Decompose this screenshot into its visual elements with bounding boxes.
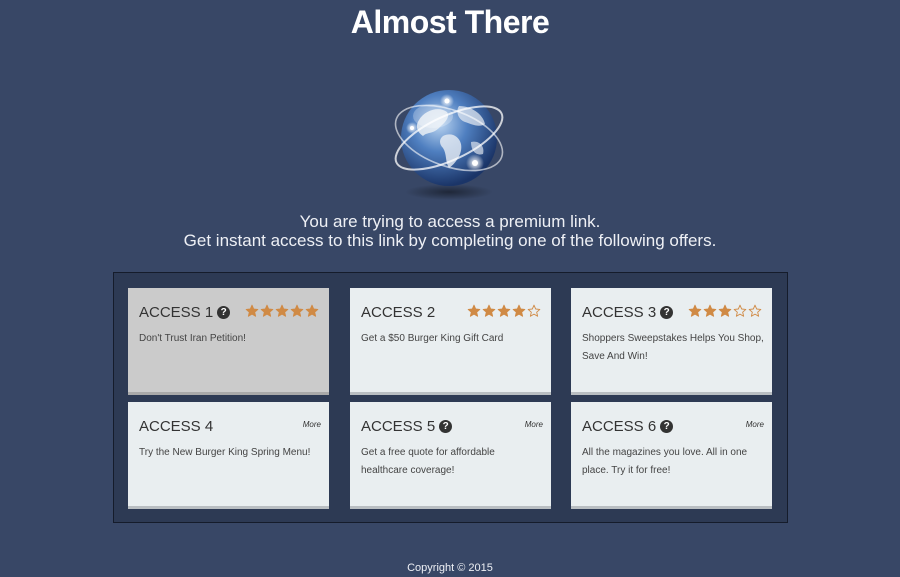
star-rating (245, 304, 319, 318)
question-circle-icon[interactable]: ? (660, 306, 674, 319)
intro-line-2: Get instant access to this link by compl… (183, 231, 717, 250)
offer-card[interactable]: ACCESS 2 Get a $50 Burger King Gift Card (350, 288, 551, 395)
offer-description: Try the New Burger King Spring Menu! (139, 447, 311, 458)
offer-description: Shoppers Sweepstakes Helps You Shop, Sav… (582, 333, 764, 362)
offers-panel: ACCESS 1? Don't Trust Iran Petition! ACCES… (113, 272, 788, 523)
star-icon (290, 304, 304, 317)
star-icon (703, 304, 717, 317)
offer-title-label: ACCESS 1 (139, 304, 214, 321)
intro-line-1: You are trying to access a premium link. (299, 212, 601, 231)
globe-icon (385, 76, 513, 204)
offer-description: Get a $50 Burger King Gift Card (361, 333, 504, 344)
star-icon (467, 304, 481, 317)
offer-title-label: ACCESS 2 (361, 304, 436, 321)
page: Almost There You are trying to access a … (0, 0, 900, 577)
offer-description: Get a free quote for affordable healthca… (361, 447, 495, 476)
star-icon (688, 304, 702, 317)
offer-title: ACCESS 1? (139, 304, 231, 321)
offer-card[interactable]: ACCESS 1? Don't Trust Iran Petition! (128, 288, 329, 395)
question-circle-icon[interactable]: ? (217, 306, 231, 319)
copyright: Copyright © 2015 (407, 562, 493, 574)
offer-title-label: ACCESS 6 (582, 418, 657, 435)
star-icon (527, 304, 541, 317)
more-link[interactable]: More (303, 420, 321, 429)
star-icon (497, 304, 511, 317)
more-link[interactable]: More (525, 420, 543, 429)
offer-card[interactable]: ACCESS 5? More Get a free quote for afford… (350, 402, 551, 509)
star-icon (245, 304, 259, 317)
star-rating (688, 304, 762, 318)
offer-title: ACCESS 6? (582, 418, 674, 435)
offer-title-label: ACCESS 3 (582, 304, 657, 321)
star-rating (467, 304, 541, 318)
star-icon (512, 304, 526, 317)
offer-title: ACCESS 3? (582, 304, 674, 321)
star-icon (733, 304, 747, 317)
offer-title: ACCESS 4 (139, 418, 213, 435)
offer-card[interactable]: ACCESS 4 More Try the New Burger King Spri… (128, 402, 329, 509)
question-circle-icon[interactable]: ? (439, 420, 453, 433)
star-icon (718, 304, 732, 317)
offer-title: ACCESS 2 (361, 304, 435, 321)
offer-description: Don't Trust Iran Petition! (139, 333, 246, 344)
more-link[interactable]: More (746, 420, 764, 429)
offer-card[interactable]: ACCESS 6? More All the magazines you love.… (571, 402, 772, 509)
offer-card[interactable]: ACCESS 3? Shoppers Sweepstakes Helps You … (571, 288, 772, 395)
star-icon (275, 304, 289, 317)
question-circle-icon[interactable]: ? (660, 420, 674, 433)
star-icon (305, 304, 319, 317)
star-icon (482, 304, 496, 317)
star-icon (748, 304, 762, 317)
page-title: Almost There (350, 4, 550, 40)
offer-title: ACCESS 5? (361, 418, 453, 435)
intro-text: You are trying to access a premium link.… (0, 212, 900, 250)
star-icon (260, 304, 274, 317)
offer-title-label: ACCESS 5 (361, 418, 436, 435)
offer-description: All the magazines you love. All in one p… (582, 447, 748, 476)
offer-title-label: ACCESS 4 (139, 418, 214, 435)
